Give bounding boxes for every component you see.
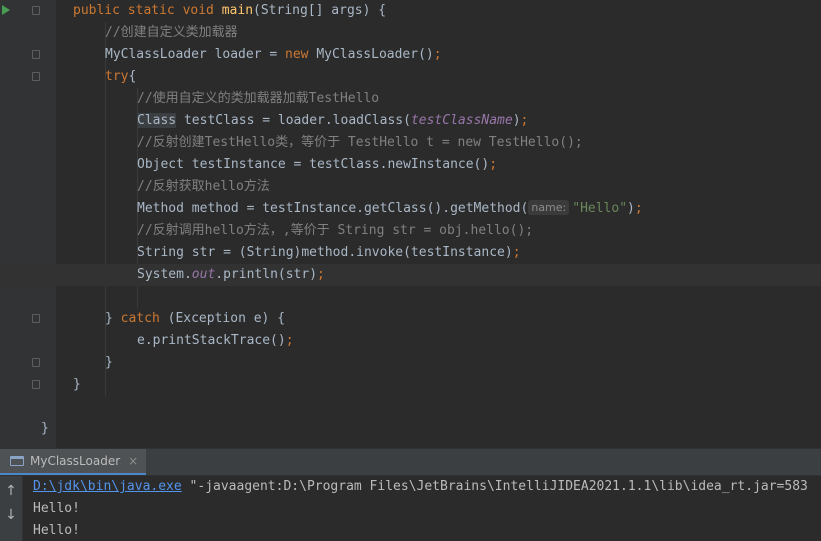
code-text: } — [41, 421, 49, 436]
keyword: catch — [120, 311, 160, 326]
code-comment: //反射创建TestHello类，等价于 TestHello t = new T… — [137, 135, 583, 150]
keyword: public static void — [73, 3, 222, 18]
keyword: try — [105, 69, 129, 84]
code-text: (String[] args) { — [253, 3, 387, 18]
console-tab-icon — [10, 456, 24, 466]
parameter-hint: name: — [528, 200, 570, 215]
run-toolbar: ↑ ↓ — [0, 476, 23, 541]
code-text: System. — [137, 267, 192, 282]
code-text: } — [73, 377, 81, 392]
static-field: out — [191, 267, 216, 282]
console-command-args: "-javaagent:D:\Program Files\JetBrains\I… — [181, 479, 808, 494]
semicolon: ; — [489, 157, 498, 172]
down-arrow-icon[interactable]: ↓ — [0, 504, 22, 526]
method-name: main — [221, 3, 254, 18]
code-text: Object testInstance = testClass.newInsta… — [137, 157, 490, 172]
code-text: testClass = loader.loadClass( — [176, 113, 411, 128]
code-line[interactable]: //反射创建TestHello类，等价于 TestHello t = new T… — [0, 132, 821, 154]
code-line-current[interactable]: System.out.println(str); — [0, 264, 821, 286]
code-text: (Exception e) { — [159, 311, 286, 326]
code-text: .println(str) — [215, 267, 318, 282]
code-text: ) — [512, 113, 521, 128]
code-line[interactable]: } — [0, 352, 821, 374]
code-line[interactable]: //反射获取hello方法 — [0, 176, 821, 198]
semicolon: ; — [433, 47, 442, 62]
code-text: } — [105, 355, 113, 370]
tab-myclassloader[interactable]: MyClassLoader × — [0, 449, 147, 475]
code-line[interactable]: } catch (Exception e) { — [0, 308, 821, 330]
code-text: { — [128, 69, 137, 84]
code-line[interactable]: e.printStackTrace(); — [0, 330, 821, 352]
semicolon: ; — [634, 201, 643, 216]
code-text: ) — [627, 201, 635, 216]
semicolon: ; — [512, 245, 521, 260]
code-line[interactable]: MyClassLoader loader = new MyClassLoader… — [0, 44, 821, 66]
code-comment: //反射获取hello方法 — [137, 179, 270, 194]
semicolon: ; — [317, 267, 325, 282]
tab-label: MyClassLoader — [30, 454, 121, 468]
code-line[interactable]: Object testInstance = testClass.newInsta… — [0, 154, 821, 176]
code-text: MyClassLoader loader = — [105, 47, 286, 62]
code-line[interactable]: //反射调用hello方法，,等价于 String str = obj.hell… — [0, 220, 821, 242]
code-text: String str = (String)method.invoke(testI… — [137, 245, 513, 260]
parameter: testClassName — [410, 113, 513, 128]
close-icon[interactable]: × — [128, 454, 138, 468]
code-line[interactable]: //使用自定义的类加载器加载TestHello — [0, 88, 821, 110]
code-text: MyClassLoader() — [308, 47, 434, 62]
code-area[interactable]: public static void main(String[] args) {… — [0, 0, 821, 448]
code-comment: //使用自定义的类加载器加载TestHello — [137, 91, 380, 106]
ide-window: public static void main(String[] args) {… — [0, 0, 821, 541]
code-text: e.printStackTrace() — [137, 333, 286, 348]
code-line[interactable]: //创建自定义类加载器 — [0, 22, 821, 44]
console-output[interactable]: D:\jdk\bin\java.exe "-javaagent:D:\Progr… — [33, 476, 821, 541]
java-exe-link[interactable]: D:\jdk\bin\java.exe — [33, 479, 182, 494]
semicolon: ; — [285, 333, 294, 348]
code-editor[interactable]: public static void main(String[] args) {… — [0, 0, 821, 448]
code-line[interactable]: try{ — [0, 66, 821, 88]
code-line[interactable]: Method method = testInstance.getClass().… — [0, 198, 821, 220]
code-text: } — [105, 311, 121, 326]
console-line: D:\jdk\bin\java.exe "-javaagent:D:\Progr… — [33, 476, 808, 498]
code-text: Method method = testInstance.getClass().… — [137, 201, 529, 216]
run-tool-window: MyClassLoader × ↑ ↓ D:\jdk\bin\java.exe … — [0, 448, 821, 541]
code-line[interactable]: Class testClass = loader.loadClass(testC… — [0, 110, 821, 132]
code-line[interactable]: } — [0, 418, 821, 440]
code-comment: //创建自定义类加载器 — [105, 25, 238, 40]
code-line[interactable]: public static void main(String[] args) { — [0, 0, 821, 22]
up-arrow-icon[interactable]: ↑ — [0, 480, 22, 502]
keyword: new — [285, 47, 309, 62]
semicolon: ; — [520, 113, 529, 128]
console-line: Hello! — [33, 501, 80, 516]
run-tab-bar: MyClassLoader × — [0, 449, 821, 476]
console-line: Hello! — [33, 523, 80, 538]
code-comment: //反射调用hello方法，,等价于 String str = obj.hell… — [137, 223, 534, 238]
code-line[interactable]: } — [0, 374, 821, 396]
string-literal: "Hello" — [572, 201, 628, 216]
code-line[interactable]: String str = (String)method.invoke(testI… — [0, 242, 821, 264]
class-type-highlight: Class — [137, 113, 177, 128]
